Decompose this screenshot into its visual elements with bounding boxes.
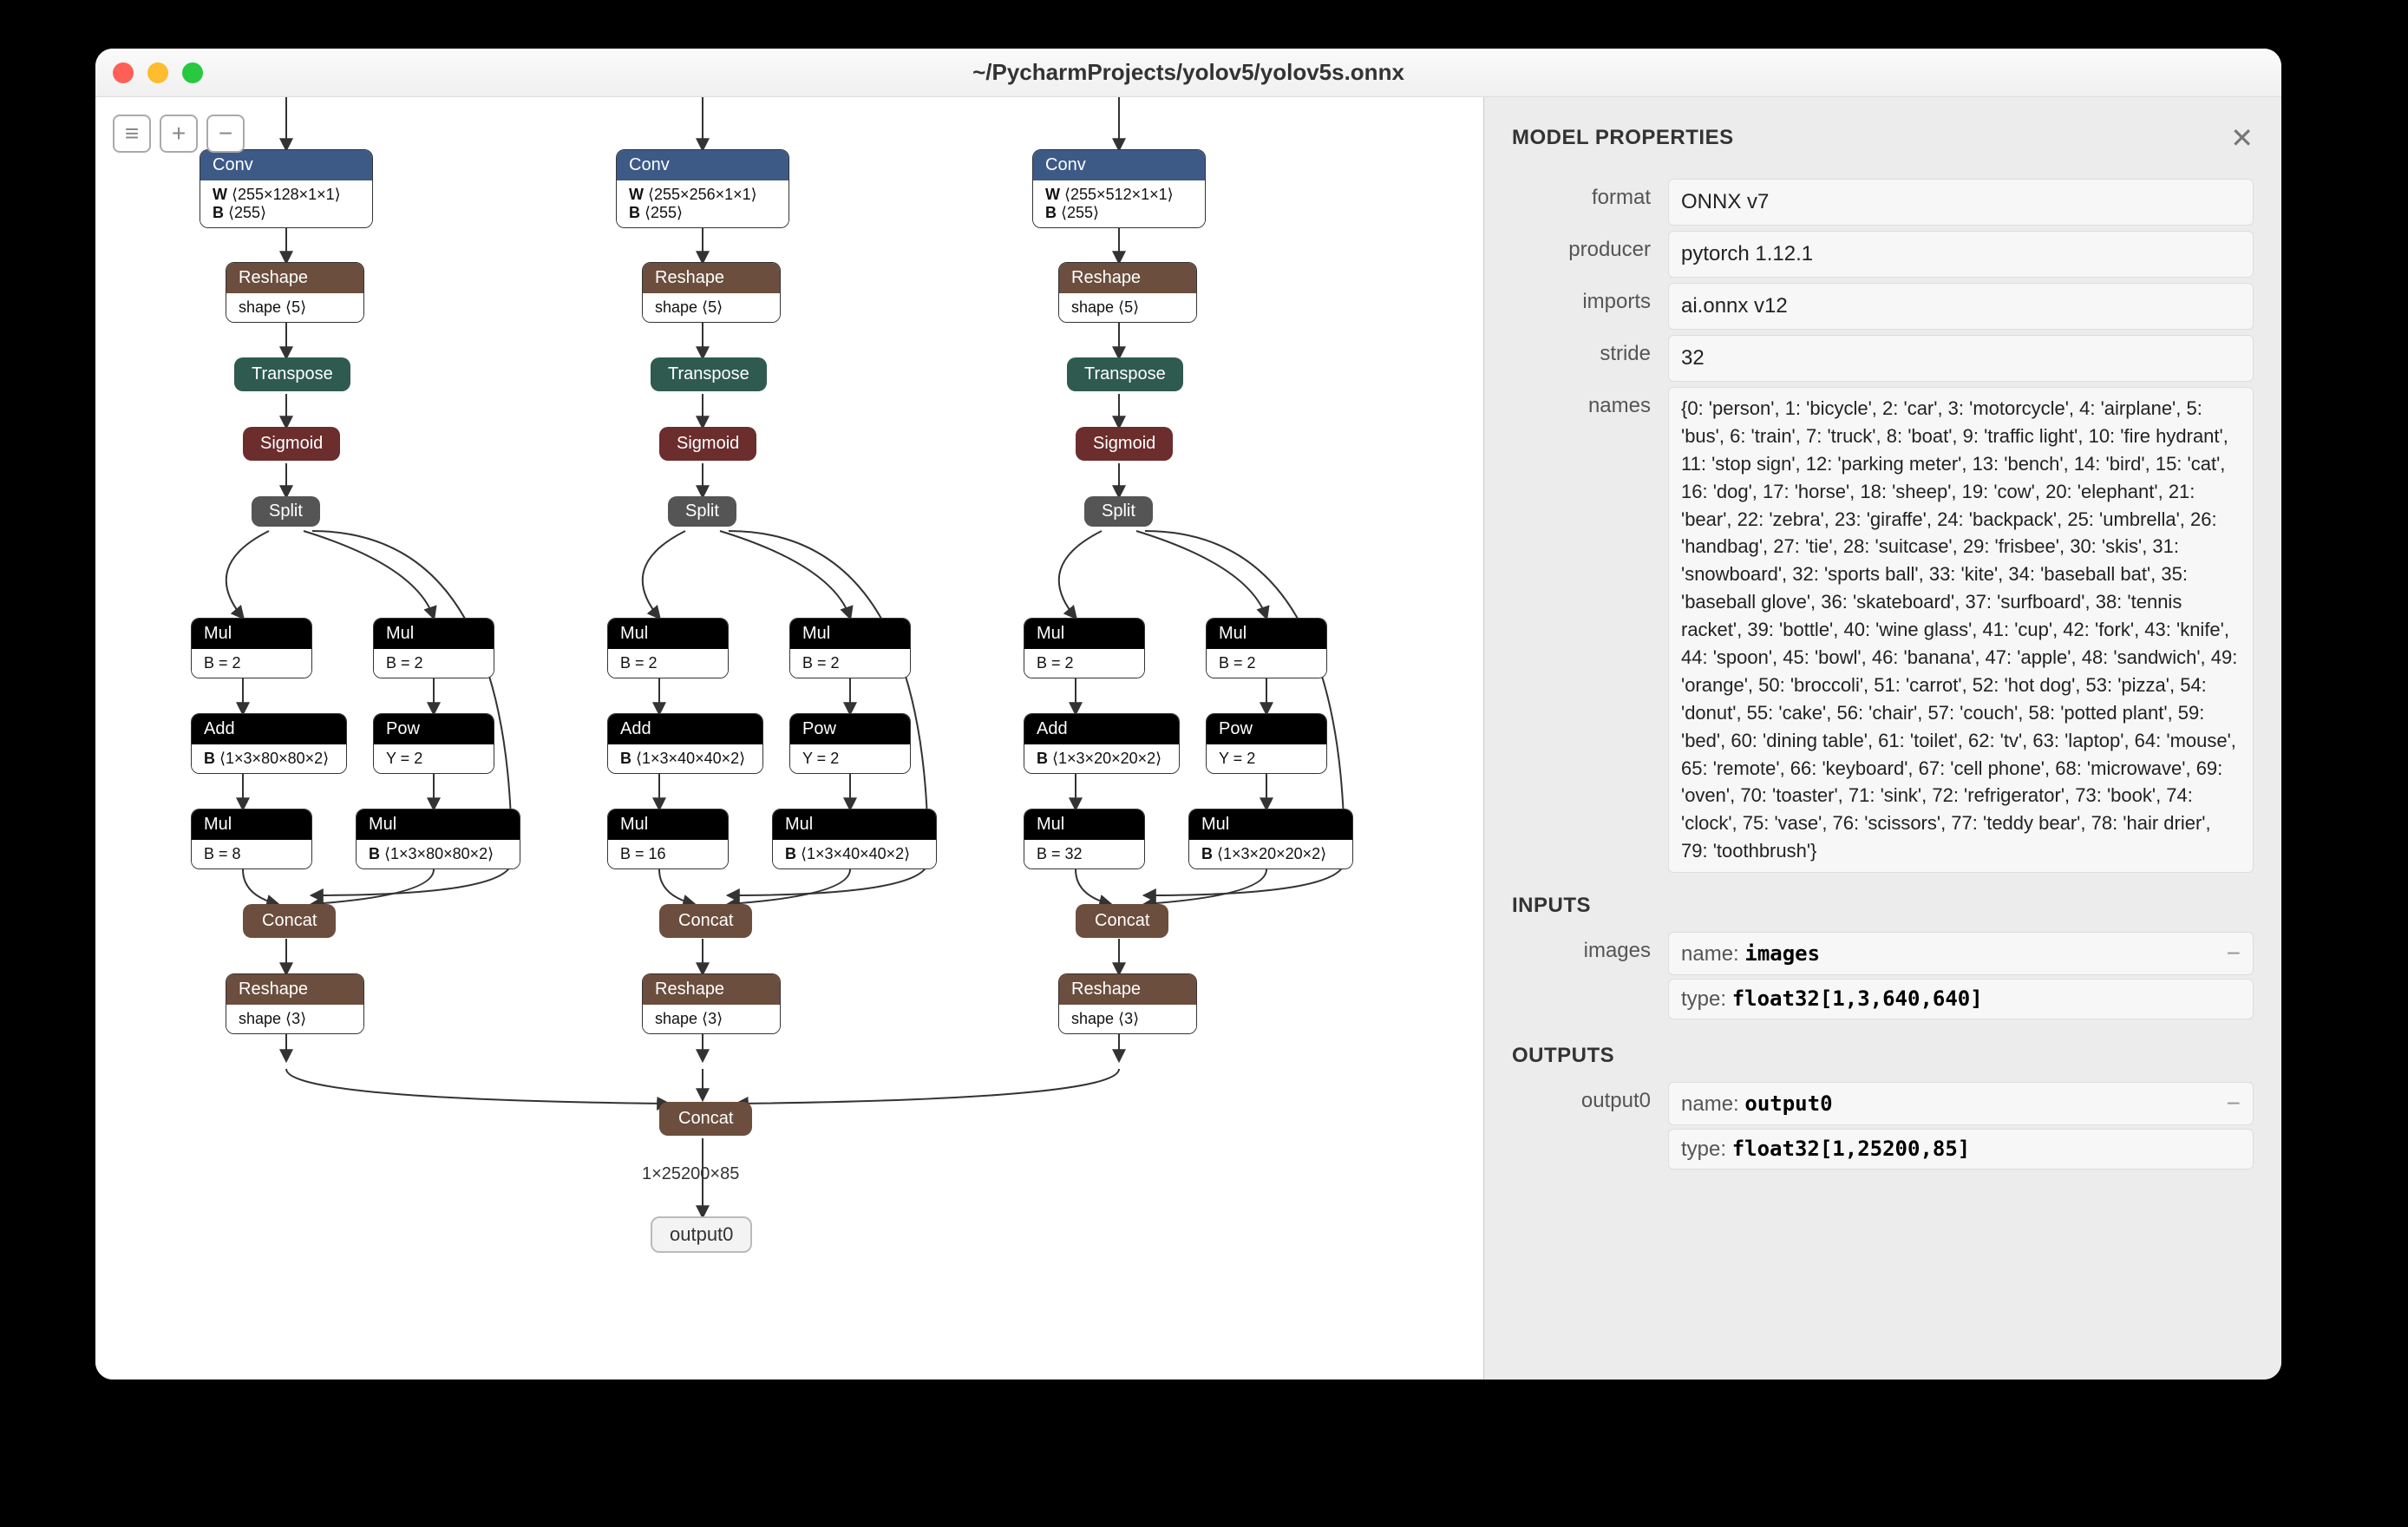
node-add[interactable]: AddB ⟨1×3×40×40×2⟩ <box>607 713 763 774</box>
maximize-window-button[interactable] <box>182 62 203 83</box>
titlebar: ~/PycharmProjects/yolov5/yolov5s.onnx <box>95 49 2281 97</box>
prop-label-names: names <box>1512 387 1668 418</box>
zoom-in-button[interactable]: + <box>160 115 198 153</box>
node-sigmoid[interactable]: Sigmoid <box>243 427 340 461</box>
node-reshape[interactable]: Reshapeshape ⟨3⟩ <box>1058 973 1197 1034</box>
node-mul[interactable]: MulB = 32 <box>1024 809 1145 869</box>
node-mul[interactable]: MulB ⟨1×3×80×80×2⟩ <box>356 809 520 869</box>
node-split[interactable]: Split <box>1084 496 1153 527</box>
properties-panel: MODEL PROPERTIES ✕ formatONNX v7 produce… <box>1483 97 2281 1380</box>
output-node[interactable]: output0 <box>651 1216 752 1253</box>
node-split[interactable]: Split <box>668 496 736 527</box>
collapse-input-button[interactable]: − <box>2227 940 2241 967</box>
node-mul[interactable]: MulB = 2 <box>191 618 312 678</box>
node-concat[interactable]: Concat <box>1076 904 1168 938</box>
node-mul[interactable]: MulB ⟨1×3×40×40×2⟩ <box>772 809 937 869</box>
node-conv[interactable]: ConvW ⟨255×512×1×1⟩B ⟨255⟩ <box>1032 149 1206 228</box>
close-panel-button[interactable]: ✕ <box>2230 121 2254 154</box>
node-transpose[interactable]: Transpose <box>651 357 767 391</box>
node-reshape[interactable]: Reshapeshape ⟨5⟩ <box>226 262 364 323</box>
node-pow[interactable]: PowY = 2 <box>1206 713 1327 774</box>
prop-value-format: ONNX v7 <box>1668 179 2254 226</box>
node-concat-final[interactable]: Concat <box>659 1102 752 1136</box>
node-add[interactable]: AddB ⟨1×3×20×20×2⟩ <box>1024 713 1180 774</box>
node-reshape[interactable]: Reshapeshape ⟨3⟩ <box>226 973 364 1034</box>
node-mul[interactable]: MulB = 16 <box>607 809 729 869</box>
node-transpose[interactable]: Transpose <box>234 357 350 391</box>
prop-label-format: format <box>1512 179 1668 210</box>
app-window: ~/PycharmProjects/yolov5/yolov5s.onnx ≡ … <box>95 49 2281 1380</box>
node-pow[interactable]: PowY = 2 <box>373 713 494 774</box>
node-reshape[interactable]: Reshapeshape ⟨5⟩ <box>642 262 781 323</box>
node-sigmoid[interactable]: Sigmoid <box>1076 427 1173 461</box>
tensor-dim-label: 1×25200×85 <box>642 1164 739 1184</box>
prop-value-imports: ai.onnx v12 <box>1668 283 2254 330</box>
close-window-button[interactable] <box>113 62 134 83</box>
prop-label-imports: imports <box>1512 283 1668 314</box>
node-split[interactable]: Split <box>252 496 320 527</box>
node-mul[interactable]: MulB = 2 <box>1024 618 1145 678</box>
minimize-window-button[interactable] <box>147 62 168 83</box>
prop-value-names: {0: 'person', 1: 'bicycle', 2: 'car', 3:… <box>1668 387 2254 873</box>
node-mul[interactable]: MulB = 8 <box>191 809 312 869</box>
node-conv[interactable]: ConvW ⟨255×256×1×1⟩B ⟨255⟩ <box>616 149 789 228</box>
input-type-row: type: float32[1,3,640,640] <box>1668 979 2254 1019</box>
input-name-row: name: images− <box>1668 932 2254 975</box>
outputs-heading: OUTPUTS <box>1512 1044 2254 1068</box>
window-title: ~/PycharmProjects/yolov5/yolov5s.onnx <box>972 59 1404 86</box>
zoom-out-button[interactable]: − <box>206 115 245 153</box>
node-reshape[interactable]: Reshapeshape ⟨5⟩ <box>1058 262 1197 323</box>
window-controls <box>113 62 203 83</box>
inputs-heading: INPUTS <box>1512 894 2254 918</box>
node-add[interactable]: AddB ⟨1×3×80×80×2⟩ <box>191 713 347 774</box>
node-sigmoid[interactable]: Sigmoid <box>659 427 756 461</box>
node-concat[interactable]: Concat <box>243 904 336 938</box>
node-pow[interactable]: PowY = 2 <box>789 713 911 774</box>
prop-label-stride: stride <box>1512 335 1668 366</box>
node-mul[interactable]: MulB = 2 <box>1206 618 1327 678</box>
prop-label-producer: producer <box>1512 231 1668 262</box>
node-mul[interactable]: MulB = 2 <box>607 618 729 678</box>
node-mul[interactable]: MulB = 2 <box>789 618 911 678</box>
graph-canvas[interactable]: ≡ + − <box>95 97 1483 1380</box>
prop-value-stride: 32 <box>1668 335 2254 382</box>
output-name-row: name: output0− <box>1668 1082 2254 1125</box>
node-concat[interactable]: Concat <box>659 904 752 938</box>
output-type-row: type: float32[1,25200,85] <box>1668 1129 2254 1170</box>
node-mul[interactable]: MulB ⟨1×3×20×20×2⟩ <box>1188 809 1353 869</box>
output-slot-label: output0 <box>1512 1082 1668 1113</box>
prop-value-producer: pytorch 1.12.1 <box>1668 231 2254 278</box>
node-conv[interactable]: ConvW ⟨255×128×1×1⟩B ⟨255⟩ <box>200 149 373 228</box>
collapse-output-button[interactable]: − <box>2227 1090 2241 1117</box>
node-reshape[interactable]: Reshapeshape ⟨3⟩ <box>642 973 781 1034</box>
panel-title: MODEL PROPERTIES <box>1512 126 1734 150</box>
input-slot-label: images <box>1512 932 1668 963</box>
node-mul[interactable]: MulB = 2 <box>373 618 494 678</box>
menu-button[interactable]: ≡ <box>113 115 151 153</box>
node-transpose[interactable]: Transpose <box>1067 357 1183 391</box>
